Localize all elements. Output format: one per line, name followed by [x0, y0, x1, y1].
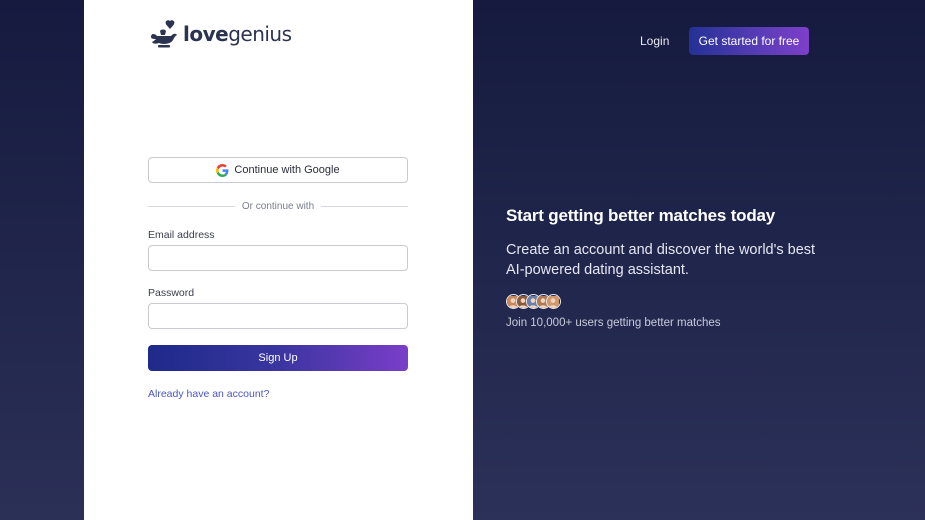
login-link[interactable]: Login — [640, 34, 669, 48]
google-icon — [216, 163, 229, 177]
or-divider: Or continue with — [148, 199, 409, 213]
divider-line — [148, 205, 235, 207]
user-avatar-stack — [506, 294, 561, 309]
signup-panel: lovegenius Continue with Google Or conti… — [84, 0, 473, 520]
sign-in-link[interactable]: Already have an account? — [148, 388, 269, 400]
brand-name: lovegenius — [183, 22, 292, 46]
hero-subheadline: Create an account and discover the world… — [506, 242, 816, 278]
genie-lamp-icon — [151, 20, 177, 48]
brand-name-regular: genius — [228, 22, 292, 46]
brand-logo[interactable]: lovegenius — [148, 19, 292, 49]
hero-headline: Start getting better matches today — [506, 206, 776, 225]
google-signin-label: Continue with Google — [234, 164, 340, 176]
google-signin-button[interactable]: Continue with Google — [148, 157, 408, 183]
password-label: Password — [148, 287, 195, 299]
hero-panel: Login Get started for free Start getting… — [473, 0, 925, 520]
divider-text: Or continue with — [241, 200, 315, 212]
divider-line — [321, 205, 409, 207]
password-field[interactable] — [148, 303, 408, 329]
social-proof-text: Join 10,000+ users getting better matche… — [506, 317, 721, 329]
brand-name-bold: love — [183, 22, 229, 46]
background-strip — [0, 0, 84, 520]
user-avatar-5-icon — [546, 294, 561, 309]
email-label: Email address — [148, 229, 215, 241]
get-started-button[interactable]: Get started for free — [689, 27, 809, 55]
sign-up-button[interactable]: Sign Up — [148, 345, 408, 371]
email-field[interactable] — [148, 245, 408, 271]
